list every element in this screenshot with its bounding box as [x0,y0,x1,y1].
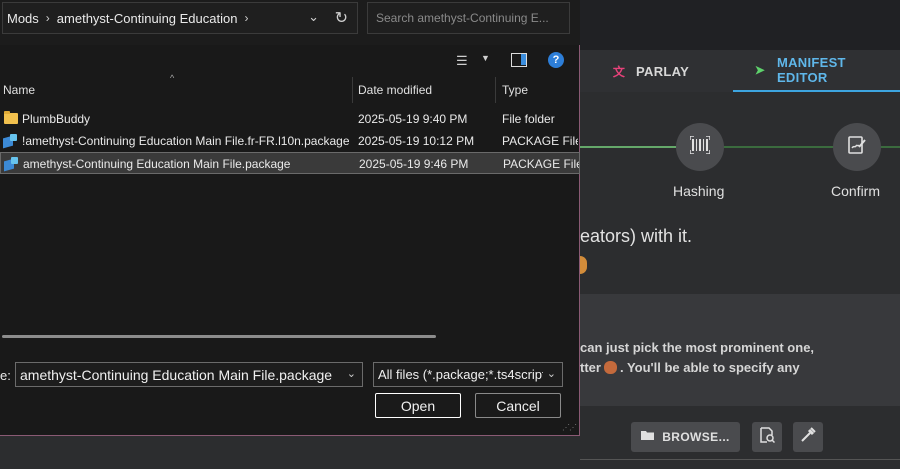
address-row: Mods › amethyst-Continuing Education › ⌄… [0,0,580,45]
preview-pane-icon[interactable] [511,53,527,67]
info-text-line-2-pre: tter [580,360,601,375]
search-input[interactable]: Search amethyst-Continuing E... [367,2,570,34]
file-date: 2025-05-19 9:46 PM [359,157,469,171]
eyedropper-icon [800,426,816,448]
view-options-icon[interactable]: ☰ [456,53,468,69]
column-header-row: ^ Name Date modified Type [0,73,580,103]
file-type: PACKAGE File [502,134,578,148]
tab-manifest-editor[interactable]: ➤ MANIFEST EDITOR [733,50,900,92]
chevron-right-icon[interactable]: › [43,11,53,25]
file-name-label: e: [0,368,11,383]
file-name-value: amethyst-Continuing Education Main File.… [20,366,333,383]
column-name[interactable]: Name [3,83,35,97]
emoji-icon [603,361,617,374]
chevron-down-icon[interactable]: ⌄ [308,9,319,25]
translate-icon: 文 [612,64,626,79]
breadcrumb-mods[interactable]: Mods [3,11,43,26]
help-icon[interactable]: ? [548,52,564,68]
dialog-toolbar: ☰ ▼ ? [0,45,580,77]
browse-button[interactable]: BROWSE... [631,422,740,452]
app-tab-bar: 文 PARLAY ➤ MANIFEST EDITOR [580,50,900,92]
file-type: PACKAGE File [503,157,579,171]
file-name-input[interactable]: amethyst-Continuing Education Main File.… [15,362,363,387]
info-text-line-2: tter . You'll be able to specify any [580,360,800,375]
refresh-icon[interactable]: ↻ [335,8,348,28]
info-text-line-1: can just pick the most prominent one, [580,340,815,355]
file-open-dialog: Mods › amethyst-Continuing Education › ⌄… [0,0,580,436]
chevron-right-icon[interactable]: › [241,11,251,25]
column-type[interactable]: Type [502,83,528,97]
column-date-modified[interactable]: Date modified [358,83,432,97]
column-divider[interactable] [352,77,353,103]
file-name: PlumbBuddy [22,112,91,126]
file-row-main-package[interactable]: amethyst-Continuing Education Main File.… [0,152,580,174]
step-hashing-label: Hashing [673,183,725,199]
edit-button[interactable] [793,422,823,452]
folder-open-icon [641,430,655,444]
package-file-icon [4,157,19,171]
sort-up-icon: ^ [170,73,175,83]
address-bar[interactable]: Mods › amethyst-Continuing Education › ⌄… [2,2,358,34]
manifest-icon: ➤ [754,63,766,77]
cancel-button[interactable]: Cancel [475,393,561,418]
section-heading: eators) with it. [580,226,693,246]
chevron-down-icon[interactable]: ▼ [481,53,490,63]
tab-parlay-label: PARLAY [636,63,690,79]
signature-icon [847,135,867,160]
file-date: 2025-05-19 10:12 PM [358,134,475,148]
barcode-icon [689,134,711,159]
resize-grip-icon[interactable]: ⋰⋰ [562,423,577,432]
chevron-down-icon[interactable]: ⌄ [547,367,556,380]
file-search-icon [759,426,776,448]
chevron-down-icon[interactable]: ⌄ [347,367,356,380]
file-row-folder[interactable]: PlumbBuddy 2025-05-19 9:40 PM File folde… [0,108,580,130]
file-name: amethyst-Continuing Education Main File.… [23,157,291,171]
file-date: 2025-05-19 9:40 PM [358,112,468,126]
file-type-select[interactable]: All files (*.package;*.ts4script ⌄ [373,362,563,387]
breadcrumb-folder[interactable]: amethyst-Continuing Education [53,11,242,26]
file-list: PlumbBuddy 2025-05-19 9:40 PM File folde… [0,108,580,174]
info-text-line-2-post: . You'll be able to specify any [619,360,800,375]
file-name: !amethyst-Continuing Education Main File… [22,134,350,148]
action-toolbar [580,412,900,460]
step-confirm [833,123,881,171]
step-hashing [676,123,724,171]
open-button[interactable]: Open [375,393,461,418]
horizontal-scrollbar[interactable] [2,335,436,338]
package-file-icon [3,134,18,148]
folder-icon [4,111,18,124]
search-file-button[interactable] [752,422,782,452]
tab-manifest-editor-label: MANIFEST EDITOR [776,55,846,85]
search-placeholder: Search amethyst-Continuing E... [376,11,549,25]
column-divider[interactable] [495,77,496,103]
tab-parlay[interactable]: 文 PARLAY [610,50,689,92]
browse-button-label: BROWSE... [662,430,730,444]
file-row-l10n-package[interactable]: !amethyst-Continuing Education Main File… [0,130,580,152]
file-type: File folder [502,112,555,126]
file-type-value: All files (*.package;*.ts4script [378,367,543,382]
step-confirm-label: Confirm [831,183,881,199]
